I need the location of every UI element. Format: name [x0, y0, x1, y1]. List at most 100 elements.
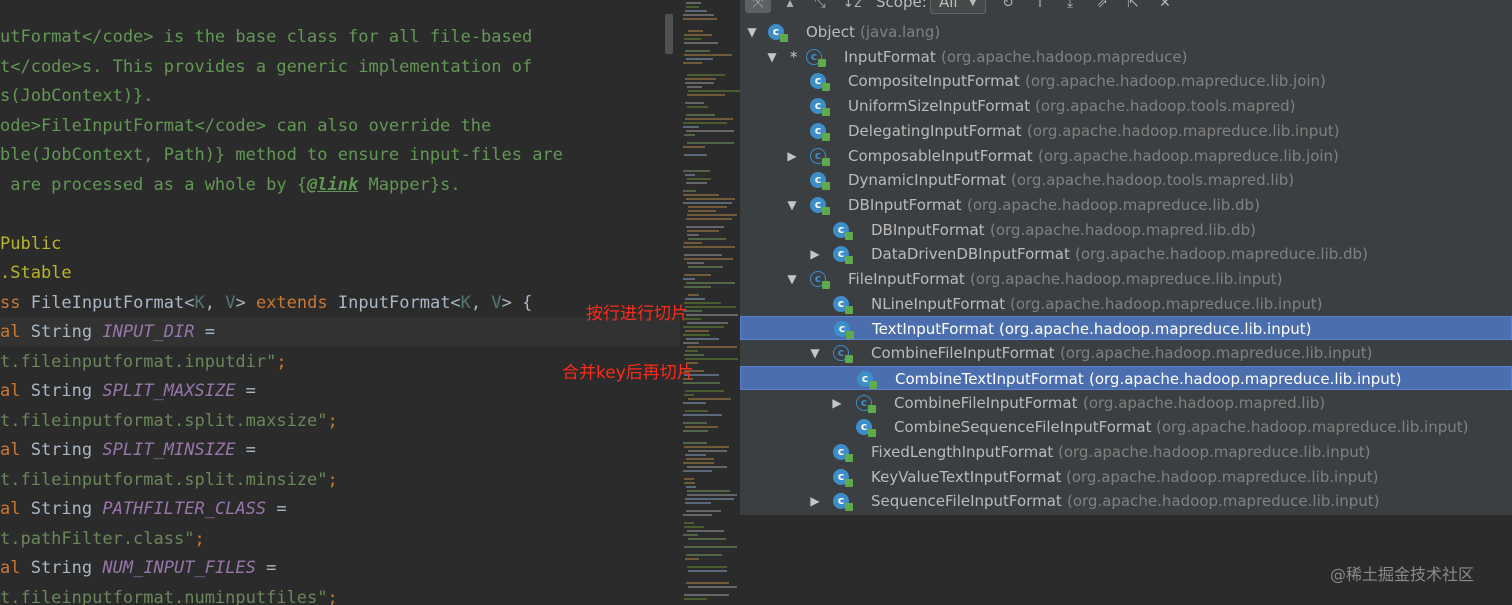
- minimap-line: [684, 286, 711, 288]
- hierarchy-node[interactable]: ▶ c ComposableInputFormat (org.apache.hadoo…: [740, 144, 1512, 168]
- scroll-up-icon[interactable]: ↑: [1030, 0, 1050, 12]
- code-line[interactable]: t.fileinputformat.inputdir";: [0, 348, 287, 377]
- hierarchy-node[interactable]: ▼ c Object (java.lang): [740, 20, 1512, 44]
- hierarchy-node[interactable]: c CombineTextInputFormat (org.apache.hadoo…: [740, 365, 1512, 390]
- expand-right-icon[interactable]: ▶: [830, 391, 844, 415]
- export-icon[interactable]: ⇱: [1123, 0, 1143, 12]
- hierarchy-node[interactable]: ▶ c SequenceFileInputFormat (org.apache.had…: [740, 489, 1512, 513]
- package-name: (org.apache.hadoop.mapreduce.lib.input): [1089, 369, 1402, 388]
- hierarchy-node[interactable]: ▼ c DBInputFormat (org.apache.hadoop.mapred…: [740, 193, 1512, 217]
- expand-down-icon[interactable]: ▼: [808, 341, 822, 365]
- expand-down-icon[interactable]: ▼: [785, 267, 799, 291]
- code-editor[interactable]: utFormat</code> is the base class for al…: [0, 0, 680, 605]
- code-line[interactable]: s(JobContext)}.: [0, 82, 154, 111]
- public-access-icon: [822, 108, 830, 117]
- code-line[interactable]: .Stable: [0, 259, 72, 288]
- public-access-icon: [822, 132, 830, 141]
- code-token: are processed as a whole by {: [0, 174, 308, 195]
- hierarchy-node[interactable]: c KeyValueTextInputFormat (org.apache.hado…: [740, 465, 1512, 489]
- code-minimap[interactable]: [680, 0, 740, 605]
- expand-right-icon[interactable]: ▶: [808, 242, 822, 266]
- class-name: TextInputFormat: [872, 320, 995, 339]
- class-name: CombineTextInputFormat: [895, 369, 1084, 388]
- code-line[interactable]: al String INPUT_DIR =: [0, 318, 215, 347]
- code-line[interactable]: Public: [0, 230, 61, 259]
- type-hierarchy-panel: ⤧ ▴ ⤡ ↓z Scope: All ▼ ↻ ↑ ⤓ ⇗ ⇱ ✕ ▼ c Obje…: [740, 0, 1512, 605]
- class-name: DBInputFormat: [848, 195, 962, 214]
- expand-right-icon[interactable]: ▶: [785, 144, 799, 168]
- hierarchy-node[interactable]: ▶ c CombineFileInputFormat (org.apache.hado…: [740, 391, 1512, 415]
- hierarchy-node[interactable]: c CompositeInputFormat (org.apache.hadoop.…: [740, 69, 1512, 93]
- minimap-line: [684, 38, 701, 40]
- code-line[interactable]: t.pathFilter.class";: [0, 525, 205, 554]
- minimap-line: [686, 218, 732, 220]
- hierarchy-node[interactable]: c DBInputFormat (org.apache.hadoop.mapred.…: [740, 218, 1512, 242]
- code-line[interactable]: t.fileinputformat.split.maxsize";: [0, 407, 338, 436]
- code-token: al: [0, 558, 31, 578]
- hierarchy-node[interactable]: c NLineInputFormat (org.apache.hadoop.mapr…: [740, 292, 1512, 316]
- expand-down-icon[interactable]: ▼: [785, 193, 799, 217]
- minimap-line: [684, 594, 729, 596]
- expand-right-icon[interactable]: ▶: [808, 489, 822, 513]
- package-name: (org.apache.hadoop.mapreduce.lib.join): [1025, 72, 1326, 91]
- code-line[interactable]: are processed as a whole by {@link Mappe…: [0, 171, 460, 200]
- code-line[interactable]: t.fileinputformat.split.minsize";: [0, 466, 338, 495]
- refresh-icon[interactable]: ↻: [998, 0, 1018, 12]
- hierarchy-node[interactable]: c DynamicInputFormat (org.apache.hadoop.to…: [740, 168, 1512, 192]
- code-token: > {: [501, 292, 533, 313]
- expand-down-icon[interactable]: ▼: [745, 20, 759, 44]
- public-access-icon: [868, 404, 876, 413]
- code-token: ss: [0, 292, 31, 313]
- minimap-line: [686, 226, 724, 228]
- sort-alpha-icon[interactable]: ↓z: [842, 0, 862, 12]
- scroll-down-icon[interactable]: ⤓: [1060, 0, 1080, 12]
- code-token: V: [225, 292, 236, 313]
- code-line[interactable]: t</code>s. This provides a generic imple…: [0, 53, 532, 82]
- hierarchy-node[interactable]: c DelegatingInputFormat (org.apache.hadoop…: [740, 119, 1512, 143]
- minimap-line: [683, 430, 708, 432]
- minimap-line: [685, 306, 736, 308]
- minimap-line: [687, 530, 724, 532]
- package-name: (org.apache.hadoop.mapred.lib): [1083, 393, 1326, 412]
- pin-icon[interactable]: ⇗: [1092, 0, 1112, 12]
- class-hierarchy-icon[interactable]: ⤧: [748, 0, 768, 12]
- hierarchy-tree[interactable]: ▼ c Object (java.lang) ▼ * c InputFormat (org.ap…: [740, 20, 1512, 515]
- close-icon[interactable]: ✕: [1155, 0, 1175, 12]
- hierarchy-node[interactable]: c CombineSequenceFileInputFormat (org.apac…: [740, 415, 1512, 439]
- minimap-line: [688, 210, 716, 212]
- code-line[interactable]: al String SPLIT_MAXSIZE =: [0, 377, 256, 406]
- hierarchy-node[interactable]: c TextInputFormat (org.apache.hadoop.mapre…: [740, 316, 1512, 341]
- code-token: t.fileinputformat.inputdir": [0, 351, 277, 372]
- editor-scrollbar-thumb[interactable]: [665, 14, 673, 54]
- code-token: K: [194, 292, 205, 313]
- subtypes-icon[interactable]: ⤡: [810, 0, 830, 12]
- hierarchy-node[interactable]: ▶ c DataDrivenDBInputFormat (org.apache.had…: [740, 242, 1512, 266]
- hierarchy-node[interactable]: c UniformSizeInputFormat (org.apache.hadoo…: [740, 94, 1512, 118]
- hierarchy-node[interactable]: ▼ * c InputFormat (org.apache.hadoop.mapredu…: [740, 45, 1512, 69]
- package-name: (org.apache.hadoop.mapreduce.lib.input): [1067, 492, 1380, 511]
- expand-down-icon[interactable]: ▼: [765, 45, 779, 69]
- code-line[interactable]: ble(JobContext, Path)} method to ensure …: [0, 141, 563, 170]
- code-line[interactable]: al String PATHFILTER_CLASS =: [0, 495, 287, 524]
- minimap-line: [688, 30, 703, 32]
- minimap-line: [687, 142, 734, 144]
- scope-select[interactable]: All ▼: [930, 0, 986, 14]
- public-access-icon: [868, 429, 876, 438]
- hierarchy-node[interactable]: c FixedLengthInputFormat (org.apache.hadoo…: [740, 440, 1512, 464]
- code-line[interactable]: t.fileinputformat.numinputfiles";: [0, 584, 338, 605]
- package-name: (org.apache.hadoop.mapreduce): [941, 47, 1188, 66]
- supertypes-icon[interactable]: ▴: [780, 0, 800, 12]
- code-token: PATHFILTER_CLASS: [102, 499, 267, 519]
- hierarchy-toolbar: ⤧ ▴ ⤡ ↓z Scope: All ▼ ↻ ↑ ⤓ ⇗ ⇱ ✕: [740, 0, 1512, 14]
- code-line[interactable]: ode>FileInputFormat</code> can also over…: [0, 112, 491, 141]
- minimap-line: [687, 230, 719, 232]
- code-line[interactable]: al String SPLIT_MINSIZE =: [0, 436, 256, 465]
- code-line[interactable]: ss FileInputFormat<K, V> extends InputFo…: [0, 289, 532, 318]
- hierarchy-node[interactable]: ▼ c CombineFileInputFormat (org.apache.hado…: [740, 341, 1512, 365]
- hierarchy-node[interactable]: ▼ c FileInputFormat (org.apache.hadoop.mapr…: [740, 267, 1512, 291]
- code-line[interactable]: utFormat</code> is the base class for al…: [0, 23, 532, 52]
- class-name: InputFormat: [844, 47, 936, 66]
- code-token: String: [30, 558, 103, 578]
- minimap-line: [687, 74, 725, 76]
- code-line[interactable]: al String NUM_INPUT_FILES =: [0, 554, 276, 583]
